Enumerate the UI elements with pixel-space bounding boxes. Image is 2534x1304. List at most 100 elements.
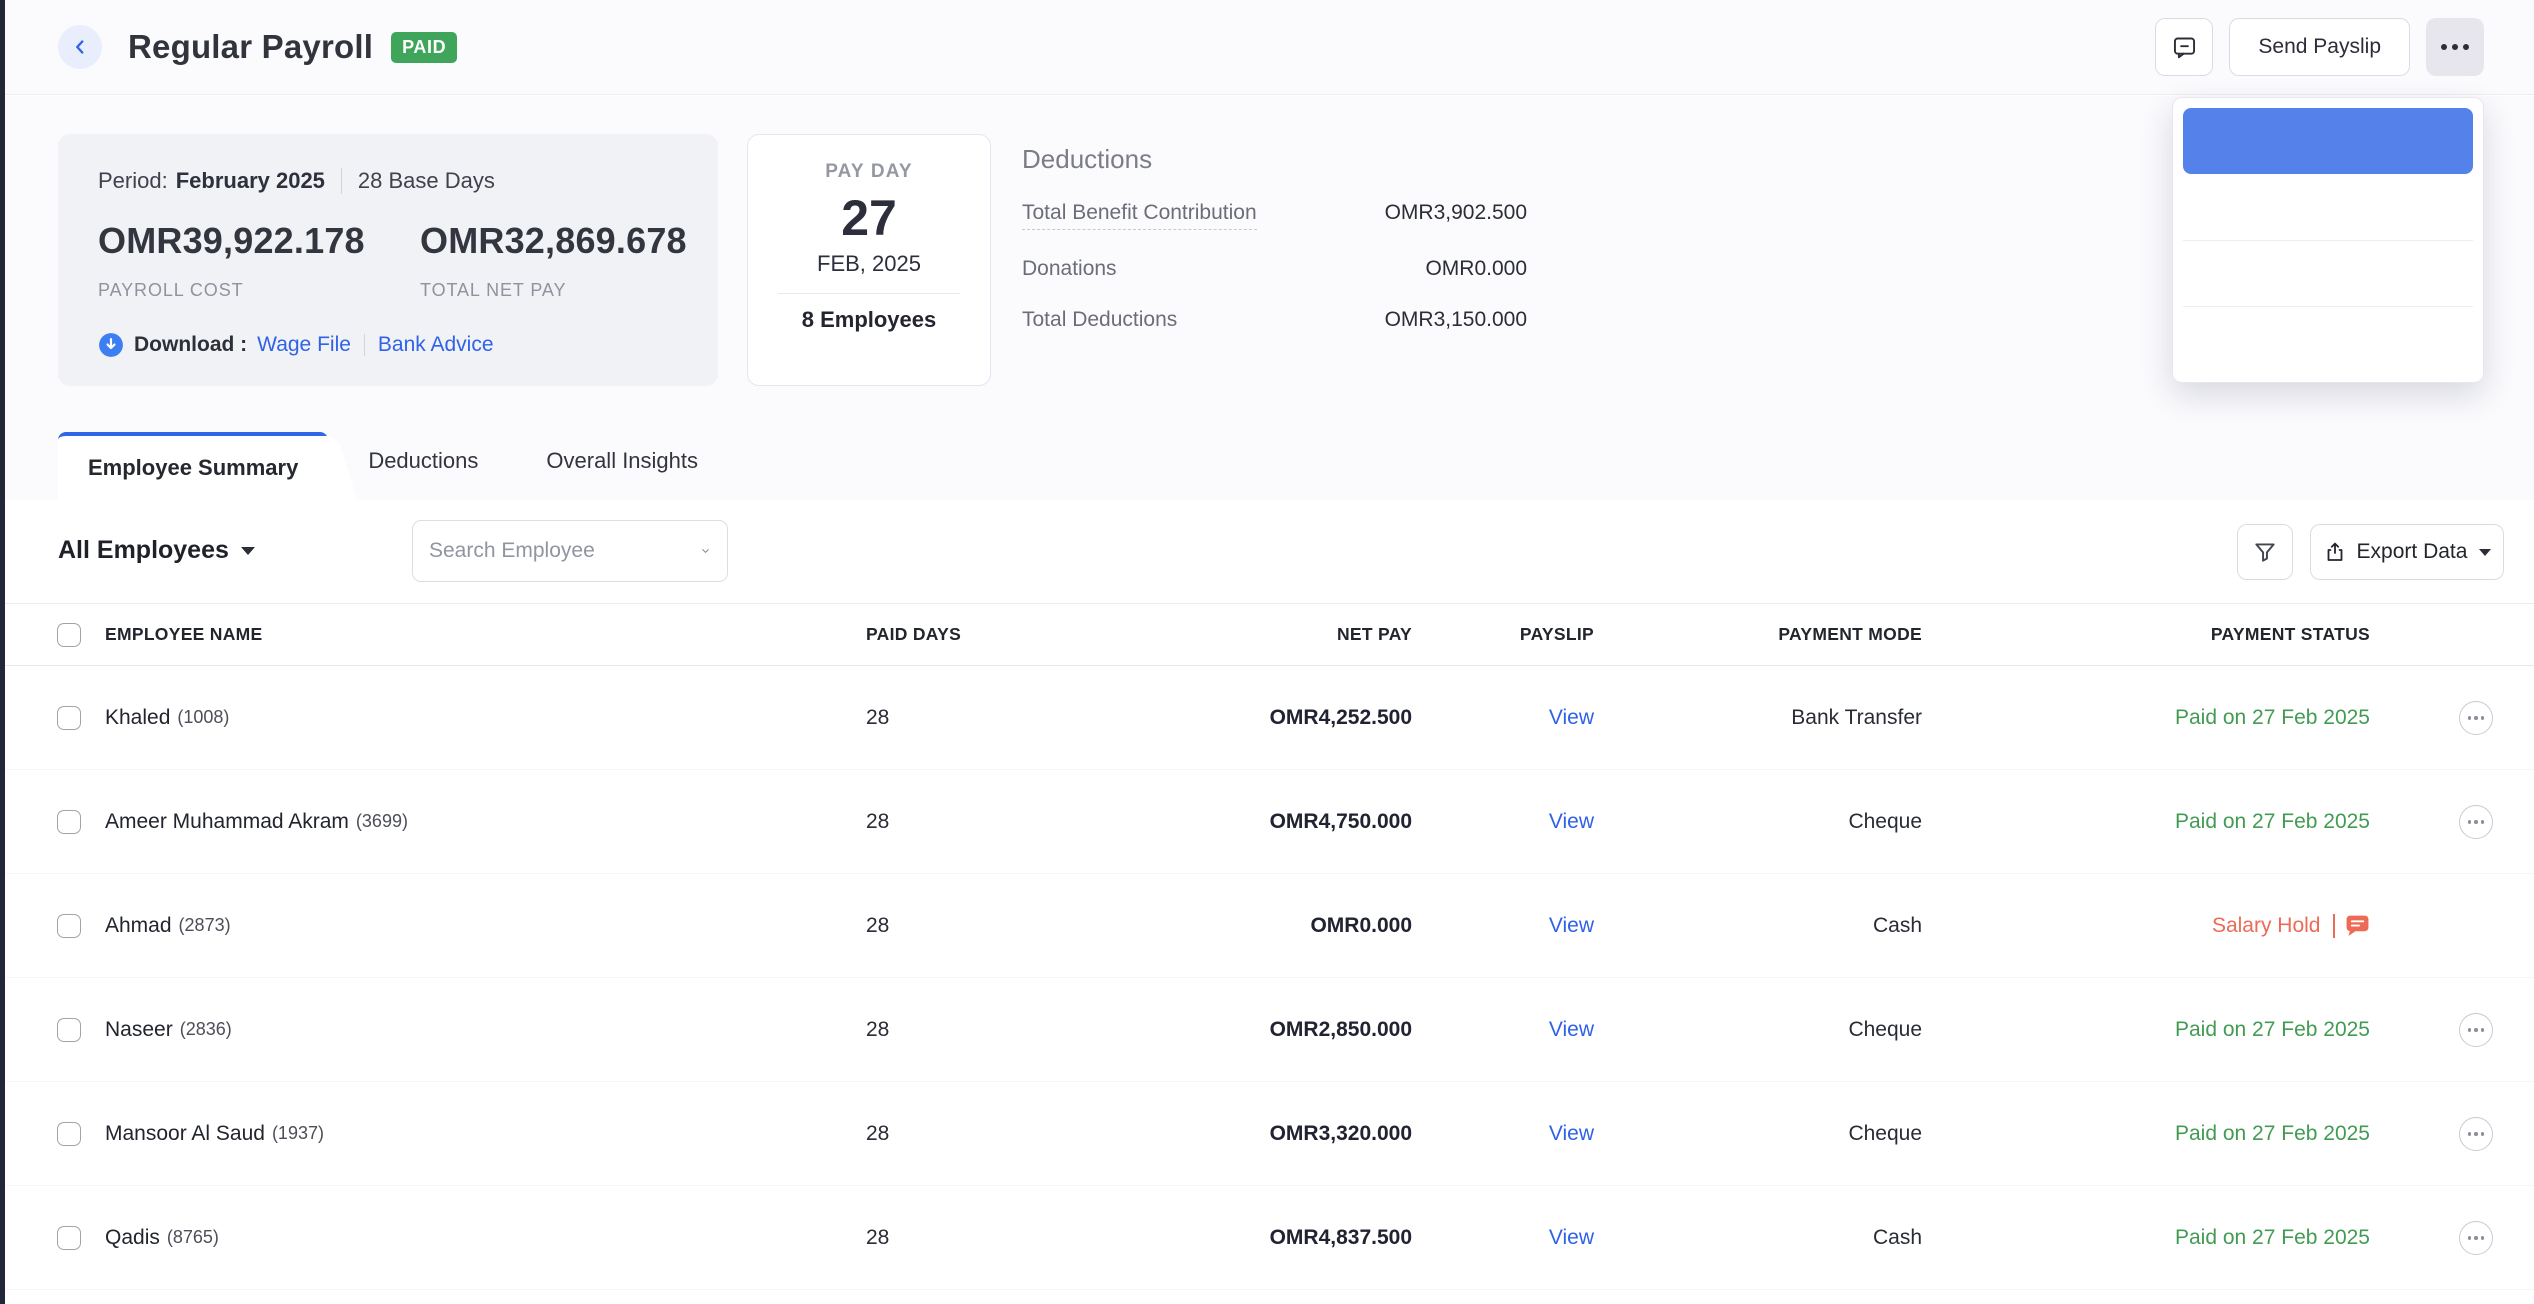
net-pay: OMR3,320.000	[1270, 1082, 1412, 1185]
col-net-pay: NET PAY	[1337, 604, 1412, 665]
payment-status: Paid on 27 Feb 2025	[2175, 1186, 2370, 1289]
employee-name[interactable]: Naseer	[105, 1018, 173, 1042]
row-checkbox[interactable]	[57, 706, 81, 730]
table-row-mansoor-al-saud: Mansoor Al Saud (1937) 28 OMR3,320.000 V…	[5, 1082, 2534, 1186]
view-payslip-link[interactable]: View	[1549, 810, 1594, 834]
paid-days: 28	[866, 978, 889, 1081]
filter-button[interactable]	[2237, 524, 2293, 580]
payment-mode: Cheque	[1848, 978, 1922, 1081]
col-employee-name: EMPLOYEE NAME	[105, 604, 263, 665]
payment-status: Paid on 27 Feb 2025	[2175, 1082, 2370, 1185]
caret-down-icon	[241, 547, 255, 555]
employee-search-combobox[interactable]	[412, 520, 728, 582]
employee-name[interactable]: Ahmad	[105, 914, 172, 938]
tab-employee-summary[interactable]: Employee Summary	[58, 432, 328, 500]
deduction-value: OMR3,150.000	[1385, 308, 1527, 332]
payment-status: Paid on 27 Feb 2025	[2175, 770, 2370, 873]
row-actions-button[interactable]	[2459, 1221, 2493, 1255]
employee-name[interactable]: Mansoor Al Saud	[105, 1122, 265, 1146]
menu-item-show-downloads[interactable]	[2183, 174, 2473, 240]
wage-file-link[interactable]: Wage File	[257, 333, 351, 357]
deductions-title: Deductions	[1022, 144, 1527, 175]
back-button[interactable]	[58, 25, 102, 69]
total-net-pay-value: OMR32,869.678	[420, 220, 687, 262]
menu-item-download-all-payslips[interactable]	[2183, 108, 2473, 174]
view-payslip-link[interactable]: View	[1549, 1018, 1594, 1042]
view-payslip-link[interactable]: View	[1549, 1122, 1594, 1146]
divider	[778, 293, 960, 294]
hold-comment[interactable]	[2321, 914, 2371, 938]
select-all-checkbox[interactable]	[57, 623, 81, 647]
view-payslip-link[interactable]: View	[1549, 706, 1594, 730]
deduction-label[interactable]: Total Benefit Contribution	[1022, 201, 1257, 230]
ellipsis-icon	[2441, 44, 2447, 50]
row-actions-button[interactable]	[2459, 1117, 2493, 1151]
search-input[interactable]	[429, 539, 700, 563]
row-actions-button[interactable]	[2459, 1013, 2493, 1047]
ellipsis-icon	[2468, 1132, 2472, 1136]
payment-mode: Cash	[1873, 874, 1922, 977]
col-payment-mode: PAYMENT MODE	[1778, 604, 1922, 665]
ellipsis-icon	[2468, 716, 2472, 720]
view-payslip-link[interactable]: View	[1549, 914, 1594, 938]
chevron-down-icon	[700, 541, 711, 561]
ellipsis-icon	[2468, 820, 2472, 824]
divider	[2333, 914, 2336, 938]
row-checkbox[interactable]	[57, 1018, 81, 1042]
view-payslip-link[interactable]: View	[1549, 1226, 1594, 1250]
paid-days: 28	[866, 874, 889, 977]
deduction-value: OMR0.000	[1425, 257, 1527, 281]
period-label: Period:	[98, 168, 168, 194]
table-row-ameer-muhammad-akram: Ameer Muhammad Akram (3699) 28 OMR4,750.…	[5, 770, 2534, 874]
row-checkbox[interactable]	[57, 1226, 81, 1250]
tab-overall-insights[interactable]: Overall Insights	[546, 448, 698, 500]
download-icon	[98, 332, 124, 358]
employee-name[interactable]: Khaled	[105, 706, 170, 730]
topbar: Regular Payroll PAID Send Payslip	[5, 0, 2534, 95]
deduction-value: OMR3,902.500	[1385, 201, 1527, 225]
export-data-button[interactable]: Export Data	[2310, 524, 2504, 580]
row-checkbox[interactable]	[57, 1122, 81, 1146]
payday-card: PAY DAY 27 FEB, 2025 8 Employees	[747, 134, 991, 386]
row-actions-button[interactable]	[2459, 805, 2493, 839]
comments-button[interactable]	[2155, 18, 2213, 76]
deduction-label[interactable]: Donations	[1022, 257, 1117, 281]
deduction-row: Donations OMR0.000	[1022, 257, 1527, 281]
payment-mode: Cash	[1873, 1186, 1922, 1289]
menu-item-delete-journal-entries[interactable]	[2183, 240, 2473, 306]
chevron-left-icon	[69, 36, 91, 58]
table-body: Khaled (1008) 28 OMR4,252.500 View Bank …	[5, 666, 2534, 1290]
payment-status: Salary Hold	[2212, 874, 2370, 977]
download-label: Download :	[134, 333, 247, 357]
col-paid-days: PAID DAYS	[866, 604, 961, 665]
deduction-label[interactable]: Total Deductions	[1022, 308, 1177, 332]
employee-name[interactable]: Qadis	[105, 1226, 160, 1250]
period-value: February 2025	[176, 168, 325, 194]
table-row-qadis: Qadis (8765) 28 OMR4,837.500 View Cash P…	[5, 1186, 2534, 1290]
paid-days: 28	[866, 1082, 889, 1185]
payroll-cost-value: OMR39,922.178	[98, 220, 365, 262]
more-actions-button[interactable]	[2426, 18, 2484, 76]
employee-id: (3699)	[356, 811, 408, 832]
bank-advice-link[interactable]: Bank Advice	[378, 333, 494, 357]
menu-item-delete-recorded-payment[interactable]	[2183, 306, 2473, 372]
employee-name[interactable]: Ameer Muhammad Akram	[105, 810, 349, 834]
base-days: 28 Base Days	[358, 168, 495, 194]
send-payslip-button[interactable]: Send Payslip	[2229, 18, 2410, 76]
employee-filter-dropdown[interactable]: All Employees	[58, 536, 255, 565]
total-net-pay-label: TOTAL NET PAY	[420, 280, 566, 301]
payday-month-year: FEB, 2025	[748, 251, 990, 277]
deductions-summary: Deductions Total Benefit Contribution OM…	[1022, 144, 1527, 332]
ellipsis-icon	[2468, 1236, 2472, 1240]
row-actions-button[interactable]	[2459, 701, 2493, 735]
row-checkbox[interactable]	[57, 914, 81, 938]
payment-mode: Cheque	[1848, 770, 1922, 873]
payroll-summary-card: Period: February 2025 28 Base Days OMR39…	[58, 134, 718, 386]
net-pay: OMR4,252.500	[1270, 666, 1412, 769]
row-checkbox[interactable]	[57, 810, 81, 834]
employee-count: 8 Employees	[748, 307, 990, 333]
payment-mode: Cheque	[1848, 1082, 1922, 1185]
payment-mode: Bank Transfer	[1791, 666, 1922, 769]
employee-id: (1937)	[272, 1123, 324, 1144]
tab-deductions[interactable]: Deductions	[368, 448, 478, 500]
